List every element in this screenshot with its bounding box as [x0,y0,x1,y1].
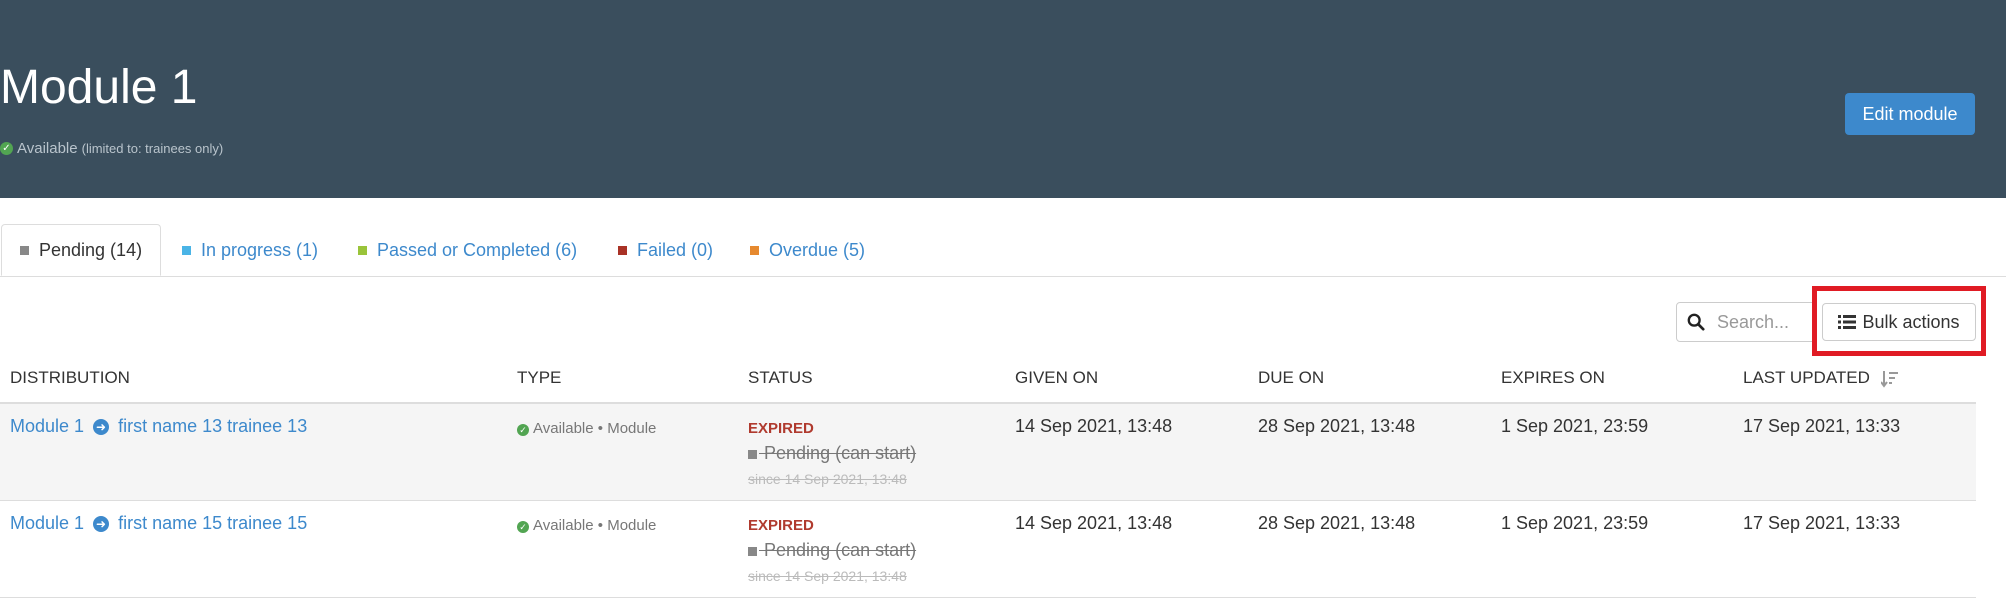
status-tabs: Pending (14) In progress (1) Passed or C… [0,224,2006,277]
column-header-given-on[interactable]: GIVEN ON [1015,368,1098,388]
module-header: Module 1 ✓ Available (limited to: traine… [0,0,2006,198]
distribution-table: DISTRIBUTION TYPE STATUS GIVEN ON DUE ON… [0,360,1976,598]
arrow-right-circle-icon: ➜ [93,516,110,533]
tab-label: Passed or Completed (6) [377,239,578,260]
type-status: Available [533,420,594,437]
status-cell: EXPIRED Pending (can start) since 14 Sep… [748,515,916,587]
tab-overdue[interactable]: Overdue (5) [750,224,865,276]
column-header-last-updated-label: LAST UPDATED [1743,368,1870,387]
table-header: DISTRIBUTION TYPE STATUS GIVEN ON DUE ON… [0,360,1976,404]
tab-label: Pending (14) [39,239,143,260]
tab-label: Overdue (5) [769,239,866,260]
page-title: Module 1 [0,61,198,114]
type-kind: Module [607,420,657,437]
tab-label: Failed (0) [637,239,714,260]
expires-on-cell: 1 Sep 2021, 23:59 [1501,513,1649,533]
availability-note: (limited to: trainees only) [81,141,224,156]
column-header-type[interactable]: TYPE [517,368,561,388]
check-circle-icon: ✓ [517,521,529,533]
trainee-name[interactable]: first name 15 trainee 15 [118,513,307,533]
due-on-cell: 28 Sep 2021, 13:48 [1258,513,1416,533]
column-header-expires-on[interactable]: EXPIRES ON [1501,368,1605,388]
given-on-cell: 14 Sep 2021, 13:48 [1015,513,1173,533]
in-progress-square-icon [182,245,191,255]
column-header-status[interactable]: STATUS [748,368,813,388]
tab-in-progress[interactable]: In progress (1) [182,224,318,276]
column-header-last-updated[interactable]: LAST UPDATED [1743,368,1899,388]
due-on-cell: 28 Sep 2021, 13:48 [1258,416,1416,436]
distribution-link[interactable]: Module 1 ➜ first name 13 trainee 13 [10,416,307,437]
last-updated-cell: 17 Sep 2021, 13:33 [1743,513,1901,533]
module-name[interactable]: Module 1 [10,513,84,533]
status-since: since 14 Sep 2021, 13:48 [748,471,907,487]
substatus-label: Pending (can start) [748,442,916,464]
substatus-text: Pending (can start) [764,540,917,560]
search-icon [1687,313,1705,331]
column-header-due-on[interactable]: DUE ON [1258,368,1324,388]
availability-label: Available [17,140,78,157]
passed-square-icon [358,245,367,255]
availability-status: ✓ Available (limited to: trainees only) [0,140,223,157]
sort-descending-icon[interactable] [1880,370,1899,388]
last-updated-cell: 17 Sep 2021, 13:33 [1743,416,1901,436]
arrow-right-circle-icon: ➜ [93,419,110,436]
status-badge: EXPIRED [748,420,814,437]
type-cell: ✓ Available • Module [517,517,656,534]
pending-square-icon [748,450,757,459]
overdue-square-icon [750,245,759,255]
tab-pending[interactable]: Pending (14) [1,224,162,276]
pending-square-icon [748,547,757,556]
given-on-cell: 14 Sep 2021, 13:48 [1015,416,1173,436]
search-input[interactable]: Search... [1676,302,1816,342]
substatus-label: Pending (can start) [748,539,916,561]
expires-on-cell: 1 Sep 2021, 23:59 [1501,416,1649,436]
tab-passed-completed[interactable]: Passed or Completed (6) [358,224,577,276]
table-row: Module 1 ➜ first name 15 trainee 15 ✓ Ava… [0,501,1976,598]
status-badge: EXPIRED [748,517,814,534]
substatus-text: Pending (can start) [764,443,917,463]
type-status: Available [533,517,594,534]
check-circle-icon: ✓ [517,424,529,436]
table-row: Module 1 ➜ first name 13 trainee 13 ✓ Ava… [0,404,1976,501]
distribution-link[interactable]: Module 1 ➜ first name 15 trainee 15 [10,513,307,534]
tab-label: In progress (1) [201,239,319,260]
module-name[interactable]: Module 1 [10,416,84,436]
pending-square-icon [20,245,29,255]
check-circle-icon: ✓ [0,142,13,155]
trainee-name[interactable]: first name 13 trainee 13 [118,416,307,436]
type-kind: Module [607,517,657,534]
status-since: since 14 Sep 2021, 13:48 [748,568,907,584]
type-cell: ✓ Available • Module [517,420,656,437]
search-placeholder: Search... [1717,311,1790,332]
highlight-box [1812,286,1986,356]
edit-module-button[interactable]: Edit module [1845,93,1975,135]
status-cell: EXPIRED Pending (can start) since 14 Sep… [748,418,916,490]
column-header-distribution[interactable]: DISTRIBUTION [10,368,130,388]
tab-failed[interactable]: Failed (0) [618,224,713,276]
failed-square-icon [618,245,627,255]
